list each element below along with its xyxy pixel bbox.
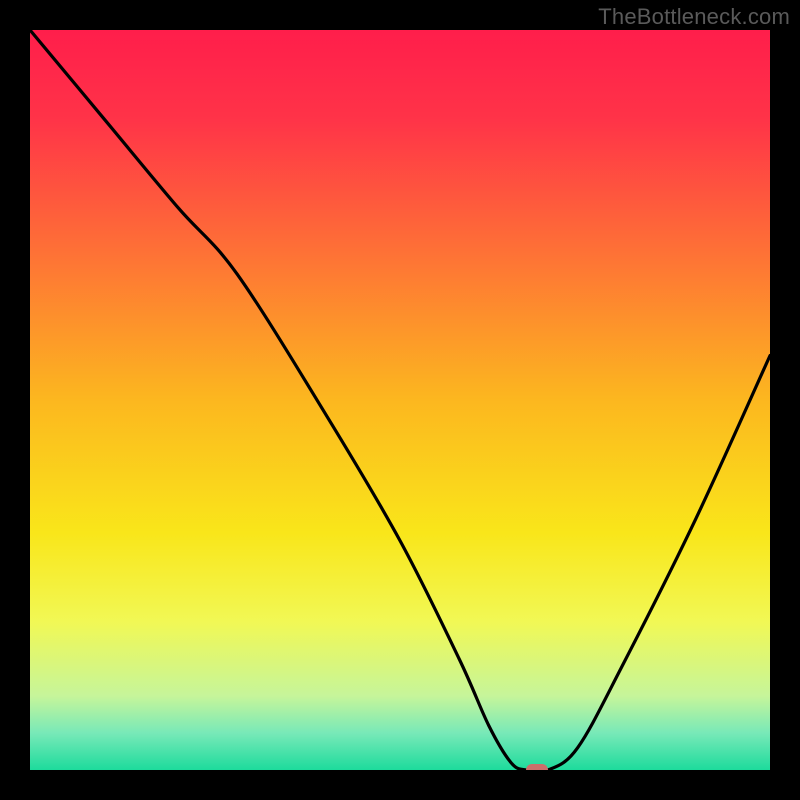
optimum-marker xyxy=(526,764,548,770)
watermark-text: TheBottleneck.com xyxy=(598,4,790,30)
plot-area xyxy=(30,30,770,770)
chart-frame: TheBottleneck.com xyxy=(0,0,800,800)
heat-gradient xyxy=(30,30,770,770)
